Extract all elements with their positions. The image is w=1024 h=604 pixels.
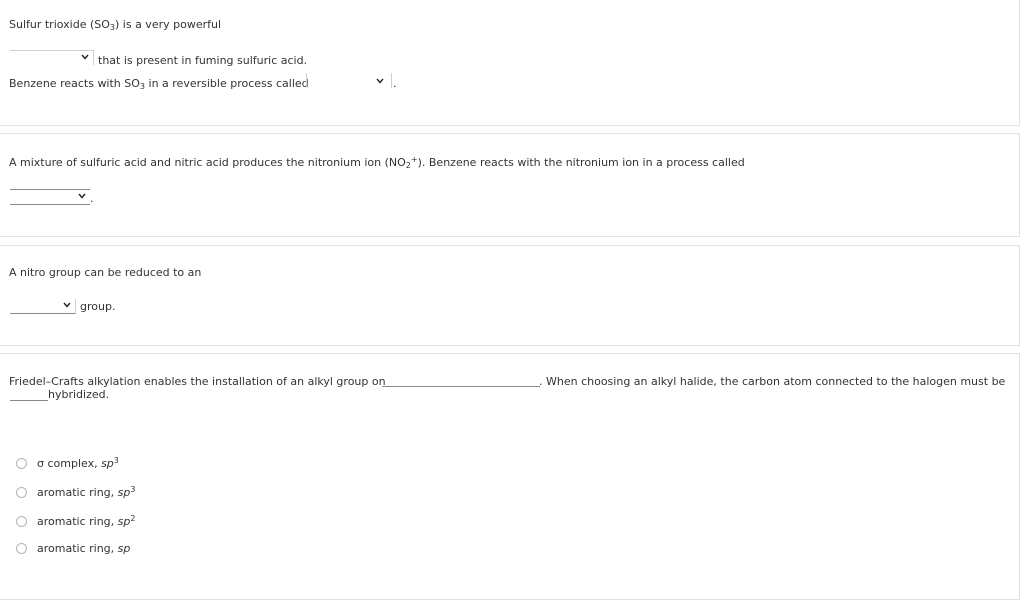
q2-dropdown[interactable] <box>10 190 90 205</box>
question-panel-2: A mixture of sulfuric acid and nitric ac… <box>0 133 1020 237</box>
q1-line3-end: . <box>393 77 397 90</box>
question-panel-1: Sulfur trioxide (SO3) is a very powerful… <box>0 0 1020 126</box>
radio-button[interactable] <box>16 515 27 527</box>
radio-button[interactable] <box>16 486 27 498</box>
q4-text-pre: Friedel–Crafts alkylation enables the in… <box>9 375 386 388</box>
answer-option-2[interactable]: aromatic ring, sp3 <box>16 484 135 500</box>
q1-line3-post: in a reversible process called <box>145 77 309 90</box>
q3-after-dropdown: group. <box>80 300 116 313</box>
q3-dropdown[interactable] <box>10 299 76 314</box>
option-label: aromatic ring, sp2 <box>37 513 136 528</box>
q4-answer-blank[interactable] <box>382 386 540 387</box>
answer-option-3[interactable]: aromatic ring, sp2 <box>16 513 135 529</box>
q2-text-superscript: + <box>410 155 418 164</box>
chevron-down-icon <box>78 193 86 199</box>
radio-button[interactable] <box>16 542 27 554</box>
q3-text: A nitro group can be reduced to an <box>9 266 202 279</box>
q2-text-post: ). Benzene reacts with the nitronium ion… <box>417 156 745 169</box>
question-panel-4: Friedel–Crafts alkylation enables the in… <box>0 353 1020 600</box>
q1-line1-text: Sulfur trioxide (SO <box>9 18 110 31</box>
q1-line-1: Sulfur trioxide (SO3) is a very powerful <box>9 18 221 32</box>
option-label: aromatic ring, sp3 <box>37 484 136 499</box>
q2-text-pre: A mixture of sulfuric acid and nitric ac… <box>9 156 406 169</box>
question-panel-3: A nitro group can be reduced to an group… <box>0 245 1020 346</box>
q1-line-3: Benzene reacts with SO3 in a reversible … <box>9 77 309 91</box>
q1-line1-tail: ) is a very powerful <box>115 18 222 31</box>
q1-after-dropdown-text: that is present in fuming sulfuric acid. <box>98 54 308 67</box>
q2-text: A mixture of sulfuric acid and nitric ac… <box>9 156 745 170</box>
option-label: aromatic ring, sp <box>37 541 131 555</box>
q1-line3-pre: Benzene reacts with SO <box>9 77 140 90</box>
radio-button[interactable] <box>16 457 27 469</box>
q1-dropdown-1[interactable] <box>10 50 94 65</box>
answer-option-4[interactable]: aromatic ring, sp <box>16 540 130 556</box>
q4-text-mid: . When choosing an alkyl halide, the car… <box>539 375 1006 388</box>
q4-text-end: hybridized. <box>48 388 110 401</box>
q2-end-period: . <box>90 192 94 205</box>
q4-hybridization-blank[interactable] <box>10 400 48 401</box>
chevron-down-icon <box>376 78 384 84</box>
chevron-down-icon <box>63 302 71 308</box>
chevron-down-icon <box>81 54 89 60</box>
q1-dropdown-2[interactable] <box>306 73 392 88</box>
answer-option-1[interactable]: σ complex, sp3 <box>16 455 119 471</box>
option-label: σ complex, sp3 <box>37 455 119 470</box>
